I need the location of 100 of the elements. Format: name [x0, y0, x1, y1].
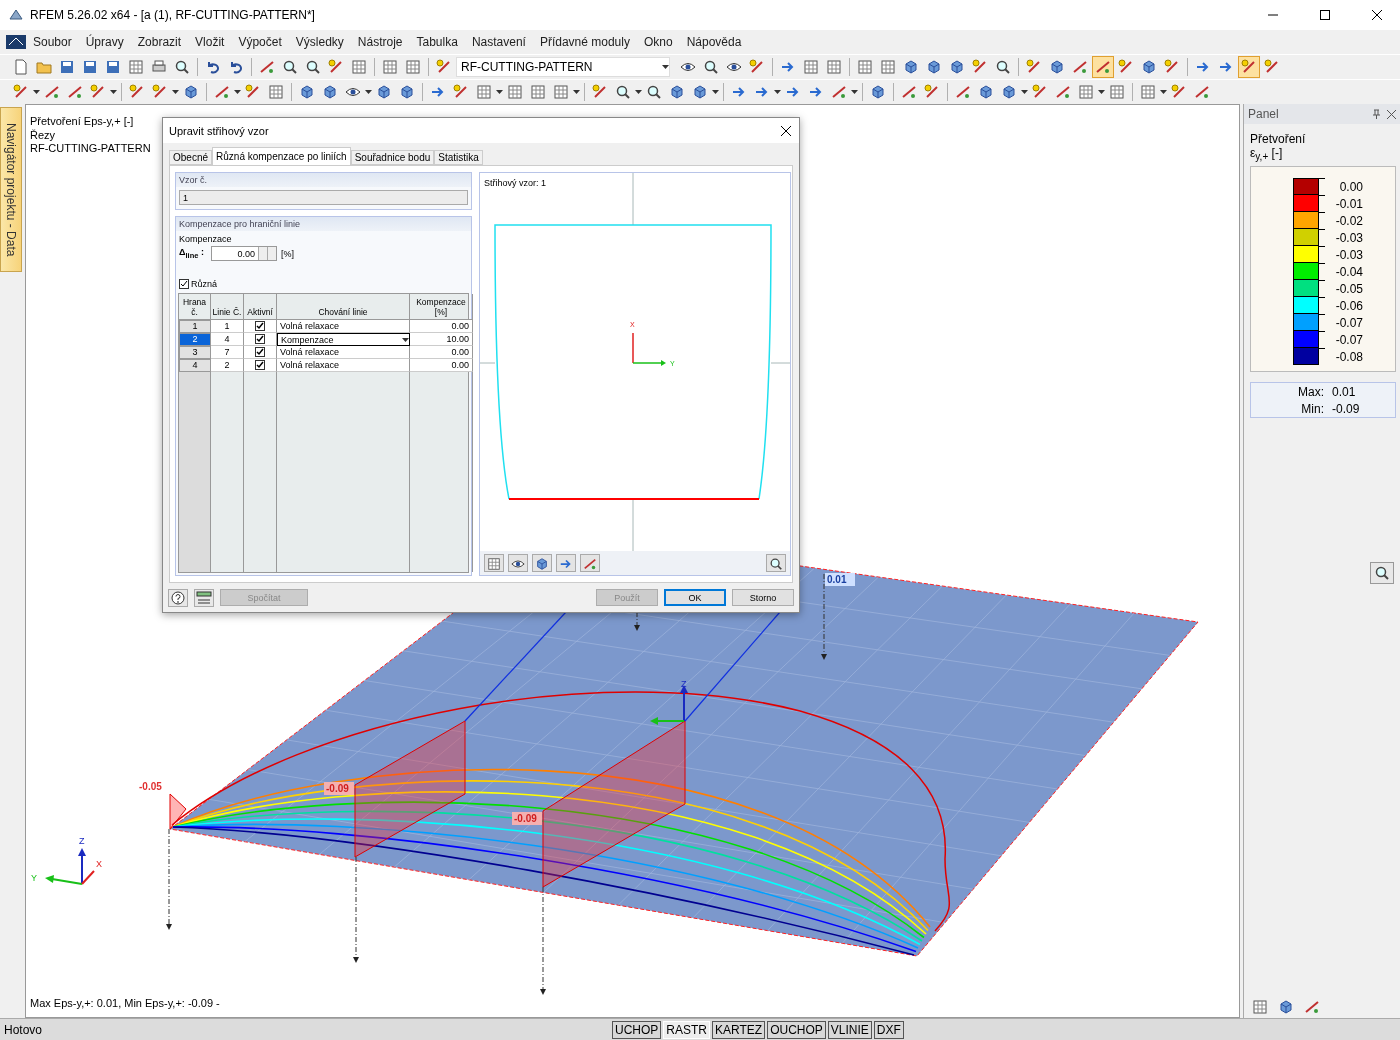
help-button[interactable]	[168, 588, 188, 607]
row-header[interactable]: 3	[179, 346, 211, 360]
menu-item[interactable]: Nastavení	[464, 33, 533, 51]
dialog-tab[interactable]: Statistika	[434, 150, 483, 166]
folder-icon	[36, 59, 52, 75]
zoom-button[interactable]	[1370, 562, 1394, 584]
node-icon	[152, 84, 168, 100]
magnifier-icon	[769, 557, 783, 572]
menu-item[interactable]: Přídavné moduly	[532, 33, 637, 51]
toolbar-button[interactable]	[1238, 56, 1260, 78]
caret-icon	[33, 90, 40, 94]
cube-icon	[376, 84, 392, 100]
pattern-number-field[interactable]: 1	[179, 190, 468, 206]
table-icon	[530, 84, 546, 100]
axis-label: Z	[79, 836, 85, 846]
axis-triad-drawing	[632, 332, 666, 367]
table-cell: 0.00	[410, 346, 473, 360]
caret-icon	[662, 65, 669, 69]
dialog-button[interactable]: Storno	[732, 589, 794, 607]
menu-item[interactable]: Tabulka	[409, 33, 465, 51]
active-checkbox[interactable]	[255, 334, 265, 345]
value-label: -0.09	[512, 812, 542, 825]
status-toggle[interactable]: VLINIE	[827, 1020, 872, 1039]
menu-item[interactable]: Soubor	[26, 33, 79, 51]
preview-tool-button[interactable]	[580, 554, 600, 573]
node-icon	[1026, 59, 1042, 75]
status-toggle[interactable]: UCHOP	[612, 1020, 662, 1039]
preview-tool-button[interactable]	[484, 554, 504, 573]
toolbar-button[interactable]	[1092, 56, 1114, 78]
row-header[interactable]: 4	[179, 359, 211, 373]
page-icon	[13, 59, 29, 75]
behavior-dropdown[interactable]: Kompenzace	[277, 333, 410, 347]
magnifier-icon	[703, 59, 719, 75]
cube-icon	[669, 84, 685, 100]
dialog-tab[interactable]: Souřadnice bodu	[350, 150, 435, 166]
menu-item[interactable]: Okno	[636, 33, 680, 51]
table-icon	[487, 557, 501, 572]
legend-value: -0.06	[1334, 298, 1363, 313]
pin-icon[interactable]	[1372, 109, 1381, 119]
unit-label: [%]	[281, 248, 294, 259]
close-icon	[780, 124, 792, 137]
group-title: Kompenzace pro hraniční linie	[176, 217, 471, 232]
active-checkbox[interactable]	[255, 360, 265, 371]
axis-triad-drawing	[650, 685, 688, 725]
dialog-tab[interactable]: Obecné	[169, 150, 213, 166]
line-icon	[1072, 59, 1088, 75]
status-toggle[interactable]: KARTEZ	[712, 1020, 766, 1039]
value-label: -0.09	[324, 782, 354, 795]
node-icon	[924, 84, 940, 100]
menu-item[interactable]: Výpočet	[231, 33, 289, 51]
navigator-tab[interactable]: Navigátor projektu - Data	[0, 107, 22, 272]
caret-icon	[496, 90, 503, 94]
ruler-icon	[196, 590, 212, 605]
line-icon	[583, 557, 597, 572]
node-icon	[328, 59, 344, 75]
legend-value: -0.07	[1334, 315, 1363, 330]
status-toggle[interactable]: DXF	[873, 1020, 904, 1039]
compensation-spin-field[interactable]: 0.00	[211, 246, 277, 262]
menu-item[interactable]: Úpravy	[78, 33, 131, 51]
legend-value: -0.03	[1334, 247, 1363, 262]
row-header[interactable]: 2	[179, 333, 211, 347]
dialog-button[interactable]: OK	[664, 589, 726, 607]
legend-value: 0.00	[1338, 179, 1363, 194]
menu-item[interactable]: Zobrazit	[130, 33, 189, 51]
caret-icon	[851, 90, 858, 94]
close-icon[interactable]	[1387, 109, 1396, 119]
line-icon	[67, 84, 83, 100]
zoom-button[interactable]	[766, 554, 786, 573]
active-checkbox[interactable]	[255, 347, 265, 358]
preview-tool-button[interactable]	[508, 554, 528, 573]
active-checkbox[interactable]	[255, 321, 265, 332]
table-icon	[351, 59, 367, 75]
window-title: RFEM 5.26.02 x64 - [a (1), RF-CUTTING-PATTERN*]	[30, 8, 316, 22]
max-value: 0.01	[1332, 384, 1357, 399]
max-label: Max:	[1297, 384, 1325, 399]
preview-tool-button[interactable]	[556, 554, 576, 573]
cube-icon	[183, 84, 199, 100]
menu-item[interactable]: Nástroje	[350, 33, 410, 51]
menu-item[interactable]: Nápověda	[679, 33, 749, 51]
node-icon	[1264, 59, 1280, 75]
preview-title: Střihový vzor: 1	[484, 178, 547, 189]
status-toggle[interactable]: OUCHOP	[767, 1020, 826, 1039]
menu-item[interactable]: Vložit	[188, 33, 232, 51]
magnifier-icon	[282, 59, 298, 75]
table-icon	[1078, 84, 1094, 100]
caret-icon	[402, 337, 409, 342]
module-dropdown[interactable]: RF-CUTTING-PATTERN	[456, 57, 670, 77]
preview-tool-button[interactable]	[532, 554, 552, 573]
dialog-tab[interactable]: Různá kompenzace po liniích	[212, 147, 351, 166]
table-cell: Volná relaxace	[277, 346, 410, 360]
row-header[interactable]: 1	[179, 320, 211, 334]
node-icon	[1032, 84, 1048, 100]
units-button[interactable]	[194, 588, 214, 607]
different-checkbox[interactable]	[179, 279, 189, 290]
line-icon	[1095, 59, 1111, 75]
compensation-label: Kompenzace	[178, 233, 233, 245]
status-toggle[interactable]: RASTR	[663, 1020, 710, 1039]
cube-icon	[535, 557, 549, 572]
menu-item[interactable]: Výsledky	[288, 33, 351, 51]
table-cell: 0.00	[410, 359, 473, 373]
